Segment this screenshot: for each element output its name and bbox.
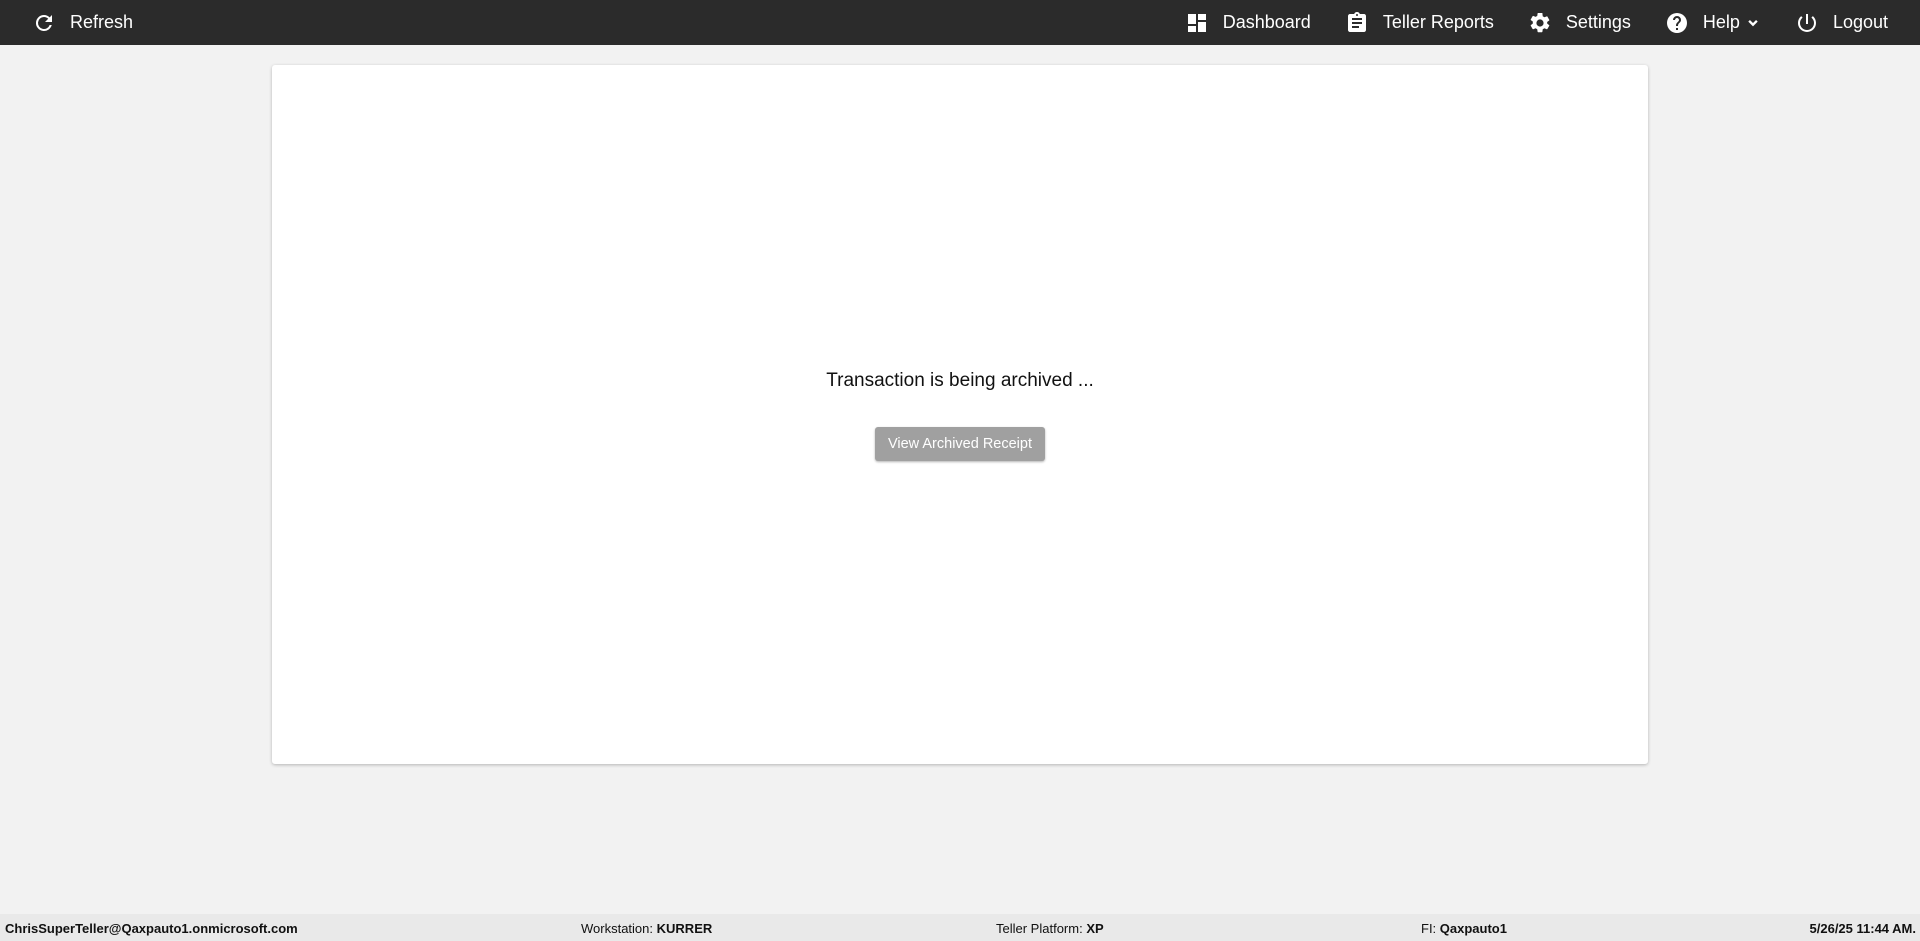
nav-settings[interactable]: Settings xyxy=(1528,0,1631,45)
status-fi: FI: Qaxpauto1 xyxy=(1421,921,1507,936)
nav-dashboard-label: Dashboard xyxy=(1222,12,1311,32)
refresh-icon xyxy=(35,14,52,31)
archive-status-card: Transaction is being archived ... View A… xyxy=(272,65,1648,764)
nav-help-label: Help xyxy=(1702,12,1740,32)
status-user: ChrisSuperTeller@Qaxpauto1.onmicrosoft.c… xyxy=(5,921,298,936)
nav-logout[interactable]: Logout xyxy=(1795,0,1888,45)
view-archived-receipt-button[interactable]: View Archived Receipt xyxy=(875,427,1045,461)
status-fi-value: Qaxpauto1 xyxy=(1439,921,1507,936)
status-fi-label: FI: xyxy=(1421,921,1437,936)
refresh-label: Refresh xyxy=(70,12,134,32)
status-workstation: Workstation: KURRER xyxy=(581,921,712,936)
status-datetime: 5/26/25 11:44 AM. xyxy=(1809,921,1916,936)
chevron-down-icon xyxy=(1748,19,1758,26)
archive-status-message: Transaction is being archived ... xyxy=(826,370,1094,391)
nav-help[interactable]: Help xyxy=(1665,0,1761,45)
status-workstation-value: KURRER xyxy=(656,921,713,936)
nav-teller-reports-label: Teller Reports xyxy=(1382,12,1494,32)
status-teller-platform: Teller Platform: XP xyxy=(996,921,1104,936)
gear-icon xyxy=(1530,12,1550,32)
help-circle-icon xyxy=(1666,12,1687,33)
status-platform-label: Teller Platform: xyxy=(996,921,1083,936)
nav-dashboard[interactable]: Dashboard xyxy=(1185,0,1311,45)
nav-settings-label: Settings xyxy=(1565,12,1631,32)
nav-teller-reports[interactable]: Teller Reports xyxy=(1345,0,1494,45)
nav-logout-label: Logout xyxy=(1832,12,1888,32)
top-nav-bar: Refresh Dashboard Teller Reports Setting… xyxy=(0,0,1920,45)
status-platform-value: XP xyxy=(1086,921,1104,936)
power-icon xyxy=(1797,13,1816,32)
status-bar: ChrisSuperTeller@Qaxpauto1.onmicrosoft.c… xyxy=(0,914,1920,941)
clipboard-icon xyxy=(1347,11,1366,32)
status-workstation-label: Workstation: xyxy=(581,921,654,936)
dashboard-icon xyxy=(1187,13,1206,32)
refresh-button[interactable]: Refresh xyxy=(32,0,133,45)
